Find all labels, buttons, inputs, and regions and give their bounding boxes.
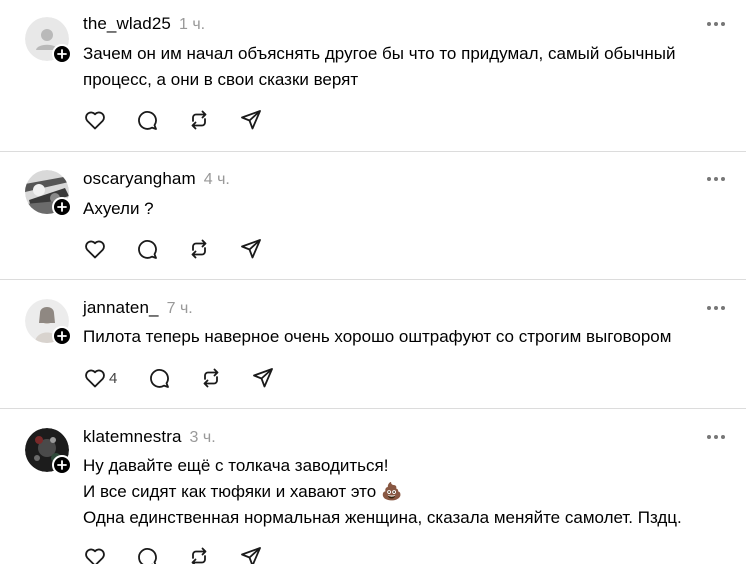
avatar-container[interactable] [25,428,72,475]
comment-line: И все сидят как тюфяки и хавают это 💩 [83,482,403,501]
like-button[interactable] [83,545,135,564]
follow-plus-icon[interactable] [52,44,72,64]
divider [0,151,746,152]
heart-icon [85,240,105,259]
divider [0,279,746,280]
comment-button[interactable] [147,366,199,390]
comment-text: Пилота теперь наверное очень хорошо оштр… [83,324,723,350]
comment-button[interactable] [135,108,187,132]
more-icon[interactable] [706,20,726,28]
share-icon [241,110,261,130]
more-icon[interactable] [706,175,726,183]
comment-text: Ну давайте ещё с толкача заводиться! И в… [83,453,723,531]
username[interactable]: the_wlad25 [83,14,171,34]
heart-icon [85,111,105,130]
like-button[interactable]: 4 [83,366,147,390]
more-icon[interactable] [706,304,726,312]
comment-line: Ахуели ? [83,199,154,218]
share-icon [241,547,261,564]
timestamp[interactable]: 4 ч. [204,171,230,189]
username[interactable]: oscaryangham [83,169,196,189]
comment-text: Зачем он им начал объяснять другое бы чт… [83,41,723,93]
share-button[interactable] [239,108,279,132]
heart-icon [85,548,105,564]
timestamp[interactable]: 1 ч. [179,16,205,34]
share-button[interactable] [239,237,279,261]
like-button[interactable] [83,108,135,132]
share-icon [253,368,273,388]
divider [0,408,746,409]
timestamp[interactable]: 3 ч. [190,429,216,447]
avatar-container[interactable] [25,17,72,64]
follow-plus-icon[interactable] [52,197,72,217]
comment-icon [138,548,157,564]
repost-icon [203,368,219,388]
comments-feed: the_wlad25 1 ч. Зачем он им начал объясн… [0,0,746,564]
follow-plus-icon[interactable] [52,455,72,475]
comment-line: Зачем он им начал объяснять другое бы чт… [83,44,676,63]
username[interactable]: jannaten_ [83,298,159,318]
avatar-container[interactable] [25,299,72,346]
comment-line: процесс, а они в свои сказки верят [83,70,359,89]
share-button[interactable] [251,366,291,390]
repost-icon [191,239,207,259]
comment-text: Ахуели ? [83,196,723,222]
share-button[interactable] [239,545,279,564]
like-count: 4 [109,369,118,387]
follow-plus-icon[interactable] [52,326,72,346]
comment-icon [138,240,157,259]
repost-button[interactable] [199,366,251,390]
comment-line: Одна единственная нормальная женщина, ск… [83,508,682,527]
timestamp[interactable]: 7 ч. [167,300,193,318]
comment-button[interactable] [135,237,187,261]
comment-button[interactable] [135,545,187,564]
like-button[interactable] [83,237,135,261]
repost-icon [191,547,207,564]
repost-icon [191,110,207,130]
repost-button[interactable] [187,237,239,261]
avatar-container[interactable] [25,170,72,217]
share-icon [241,239,261,259]
heart-icon [85,369,105,388]
more-icon[interactable] [706,433,726,441]
repost-button[interactable] [187,545,239,564]
comment-line: Пилота теперь наверное очень хорошо оштр… [83,327,672,346]
repost-button[interactable] [187,108,239,132]
username[interactable]: klatemnestra [83,427,182,447]
comment-icon [150,369,169,388]
comment-icon [138,111,157,130]
comment-line: Ну давайте ещё с толкача заводиться! [83,456,389,475]
